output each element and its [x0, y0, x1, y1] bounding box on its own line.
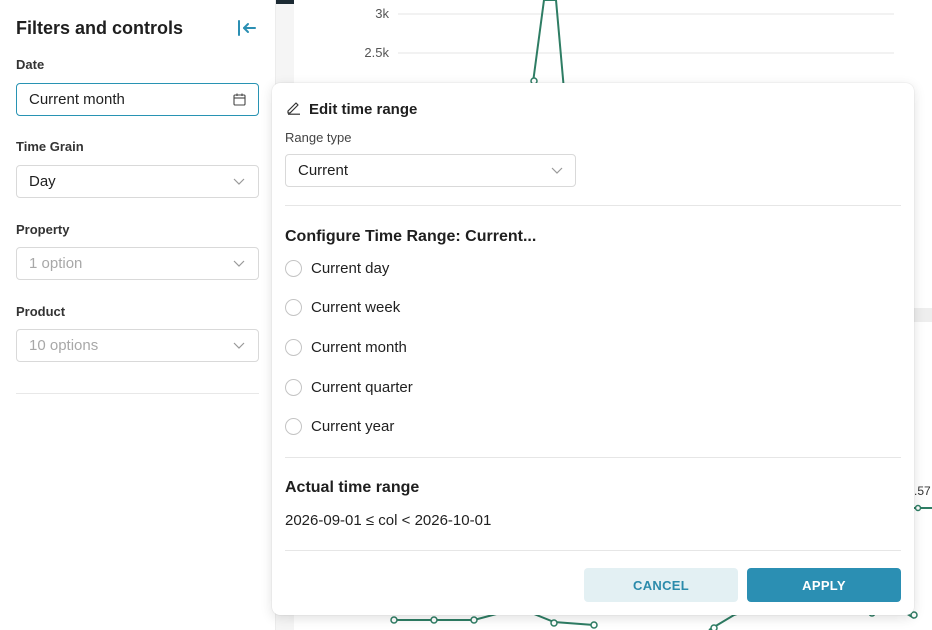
product-placeholder: 10 options	[29, 337, 99, 354]
actual-time-range-value: 2026-09-01 ≤ col < 2026-10-01	[285, 512, 492, 529]
edit-time-range-popover: Edit time range Range type Current Confi…	[272, 83, 914, 615]
date-filter-label: Date	[16, 57, 45, 72]
calendar-icon	[232, 93, 246, 107]
property-placeholder: 1 option	[29, 255, 83, 272]
chevron-down-icon	[232, 175, 246, 189]
time-grain-value: Day	[29, 173, 56, 190]
popover-header: Edit time range	[286, 100, 417, 119]
radio-label: Current day	[311, 260, 390, 277]
actual-time-range-title: Actual time range	[285, 479, 420, 496]
data-point	[710, 624, 718, 630]
data-point	[590, 621, 598, 629]
radio-label: Current month	[311, 339, 407, 356]
data-point	[430, 616, 438, 624]
data-point	[550, 619, 558, 627]
sidebar-divider	[16, 393, 259, 394]
divider	[285, 457, 901, 458]
chevron-down-icon	[232, 257, 246, 271]
radio-current-week[interactable]: Current week	[285, 299, 400, 316]
radio-current-day[interactable]: Current day	[285, 260, 389, 277]
data-label: .57	[914, 484, 931, 498]
chevron-down-icon	[551, 162, 563, 179]
data-point	[470, 616, 478, 624]
configure-title: Configure Time Range: Current...	[285, 228, 537, 245]
date-filter-value: Current month	[29, 91, 125, 108]
collapse-sidebar-icon[interactable]	[236, 18, 258, 38]
apply-button[interactable]: APPLY	[747, 568, 901, 602]
radio-circle[interactable]	[285, 260, 302, 277]
range-type-value: Current	[298, 162, 349, 179]
chevron-down-icon	[232, 339, 246, 353]
product-select[interactable]: 10 options	[16, 329, 259, 362]
radio-label: Current week	[311, 299, 401, 316]
property-select[interactable]: 1 option	[16, 247, 259, 280]
product-filter-label: Product	[16, 304, 66, 319]
data-point	[390, 616, 398, 624]
radio-circle[interactable]	[285, 339, 302, 356]
popover-title: Edit time range	[309, 101, 418, 118]
time-grain-filter-label: Time Grain	[16, 139, 84, 154]
data-point	[914, 504, 922, 512]
radio-current-quarter[interactable]: Current quarter	[285, 379, 413, 396]
range-type-label: Range type	[285, 130, 352, 145]
range-type-select[interactable]: Current	[285, 154, 576, 187]
sidebar-title: Filters and controls	[16, 18, 184, 38]
y-tick-label: 2.5k	[364, 45, 389, 60]
radio-current-year[interactable]: Current year	[285, 418, 394, 435]
radio-current-month[interactable]: Current month	[285, 339, 407, 356]
property-filter-label: Property	[16, 222, 70, 237]
divider	[285, 550, 901, 551]
y-tick-label: 3k	[375, 6, 389, 21]
data-point	[910, 611, 918, 619]
radio-circle[interactable]	[285, 418, 302, 435]
cancel-button[interactable]: CANCEL	[584, 568, 738, 602]
radio-circle[interactable]	[285, 299, 302, 316]
date-filter-input[interactable]: Current month	[16, 83, 259, 116]
time-grain-select[interactable]: Day	[16, 165, 259, 198]
radio-label: Current quarter	[311, 379, 413, 396]
edit-pencil-icon	[286, 100, 301, 119]
filters-sidebar: Filters and controls Date Current month …	[0, 0, 276, 630]
radio-circle[interactable]	[285, 379, 302, 396]
divider	[285, 205, 901, 206]
radio-label: Current year	[311, 418, 395, 435]
